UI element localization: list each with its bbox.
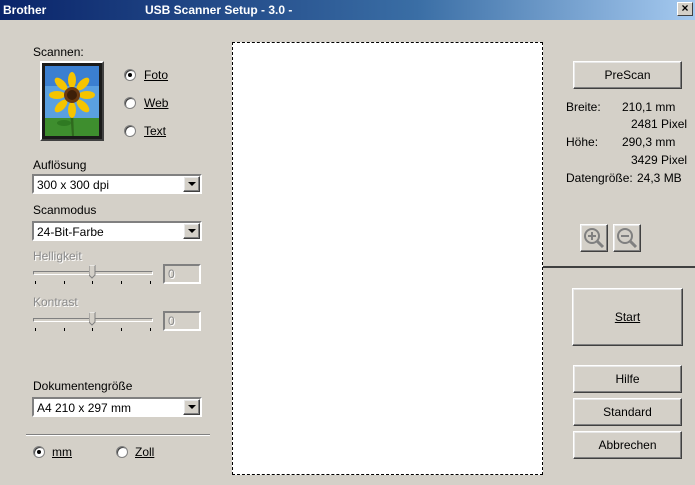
datasize-value: 24,3 MB [637, 171, 682, 185]
height-mm-value: 290,3 mm [622, 135, 676, 149]
scanner-setup-window: Brother USB Scanner Setup - 3.0 - × Scan… [0, 0, 695, 485]
radio-text-label[interactable]: Text [144, 124, 166, 138]
close-icon: × [681, 1, 689, 15]
scan-mode-label: Scanmodus [33, 203, 97, 217]
scan-type-label: Scannen: [33, 45, 84, 59]
contrast-slider-thumb[interactable] [89, 312, 96, 326]
title-bar: Brother USB Scanner Setup - 3.0 - × [0, 0, 695, 20]
resolution-select[interactable]: 300 x 300 dpi [32, 174, 202, 194]
radio-zoll-label[interactable]: Zoll [135, 445, 154, 459]
brightness-value-field[interactable]: 0 [163, 264, 201, 284]
standard-button[interactable]: Standard [573, 398, 682, 426]
document-size-select[interactable]: A4 210 x 297 mm [32, 397, 202, 417]
width-px-value: 2481 Pixel [631, 117, 688, 131]
help-button-label: Hilfe [615, 372, 640, 386]
chevron-down-icon[interactable] [183, 223, 200, 239]
radio-zoll[interactable] [116, 446, 128, 458]
brightness-label: Helligkeit [33, 249, 82, 263]
resolution-label: Auflösung [33, 158, 87, 172]
zoom-out-icon [617, 228, 638, 249]
contrast-value: 0 [168, 314, 175, 328]
right-panel-divider [543, 266, 695, 268]
start-button[interactable]: Start [572, 288, 683, 346]
zoom-in-icon [584, 228, 605, 249]
scan-mode-value: 24-Bit-Farbe [37, 225, 104, 239]
start-button-label: Start [614, 310, 641, 324]
chevron-down-icon[interactable] [183, 176, 200, 192]
prescan-button[interactable]: PreScan [573, 61, 682, 89]
prescan-button-label: PreScan [604, 68, 651, 82]
sunflower-photo-icon [40, 61, 104, 141]
zoom-out-button[interactable] [613, 224, 641, 252]
close-button[interactable]: × [677, 2, 693, 16]
scan-mode-select[interactable]: 24-Bit-Farbe [32, 221, 202, 241]
radio-mm[interactable] [33, 446, 45, 458]
units-divider [26, 434, 210, 436]
standard-button-label: Standard [603, 405, 652, 419]
cancel-button[interactable]: Abbrechen [573, 431, 682, 459]
radio-web-label[interactable]: Web [144, 96, 168, 110]
radio-foto-label[interactable]: Foto [144, 68, 168, 82]
document-size-value: A4 210 x 297 mm [37, 401, 132, 415]
window-title: USB Scanner Setup - 3.0 - [145, 3, 293, 17]
cancel-button-label: Abbrechen [598, 438, 657, 452]
width-label: Breite: [566, 100, 601, 114]
scan-preview-area[interactable] [232, 42, 543, 475]
resolution-value: 300 x 300 dpi [37, 178, 110, 192]
help-button[interactable]: Hilfe [573, 365, 682, 393]
radio-mm-label[interactable]: mm [52, 445, 72, 459]
radio-web[interactable] [124, 97, 136, 109]
datasize-label: Datengröße: [566, 171, 633, 185]
brightness-slider-thumb[interactable] [89, 265, 96, 279]
radio-text[interactable] [124, 125, 136, 137]
radio-foto[interactable] [124, 69, 136, 81]
chevron-down-icon[interactable] [183, 399, 200, 415]
contrast-label: Kontrast [33, 295, 78, 309]
width-mm-value: 210,1 mm [622, 100, 676, 114]
brightness-value: 0 [168, 267, 175, 281]
height-label: Höhe: [566, 135, 599, 149]
zoom-in-button[interactable] [580, 224, 608, 252]
document-size-label: Dokumentengröße [33, 379, 133, 393]
contrast-value-field[interactable]: 0 [163, 311, 201, 331]
height-px-value: 3429 Pixel [631, 153, 688, 167]
vendor-name: Brother [3, 3, 47, 17]
